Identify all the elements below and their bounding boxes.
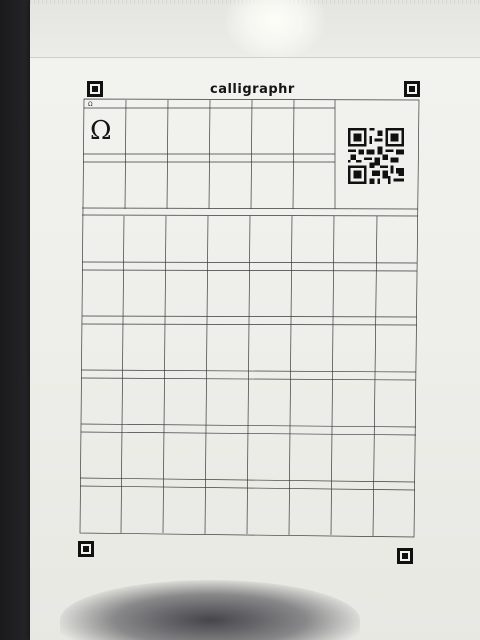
grid-line	[80, 423, 417, 428]
character-grid	[79, 98, 420, 538]
grid-line	[81, 214, 419, 217]
grid-line	[372, 215, 378, 537]
grid-line	[250, 99, 253, 210]
grid-line	[292, 99, 295, 210]
grid-line	[124, 99, 127, 210]
grid-line	[81, 207, 419, 210]
grid-line	[81, 323, 418, 326]
photo-scene: calligraphr Ω Ω	[0, 0, 480, 640]
grid-line	[162, 215, 167, 534]
grid-line	[330, 215, 335, 536]
cell-caption: Ω	[88, 101, 93, 108]
grid-line	[204, 215, 209, 535]
grid-line	[120, 215, 125, 534]
grid-line	[246, 215, 251, 535]
grid-line	[80, 431, 417, 436]
grid-line	[288, 215, 293, 536]
grid-line	[81, 315, 418, 318]
qr-code-icon	[348, 128, 404, 184]
handwritten-glyph: Ω	[90, 116, 112, 146]
grid-line	[166, 99, 169, 210]
grid-line	[208, 99, 211, 210]
